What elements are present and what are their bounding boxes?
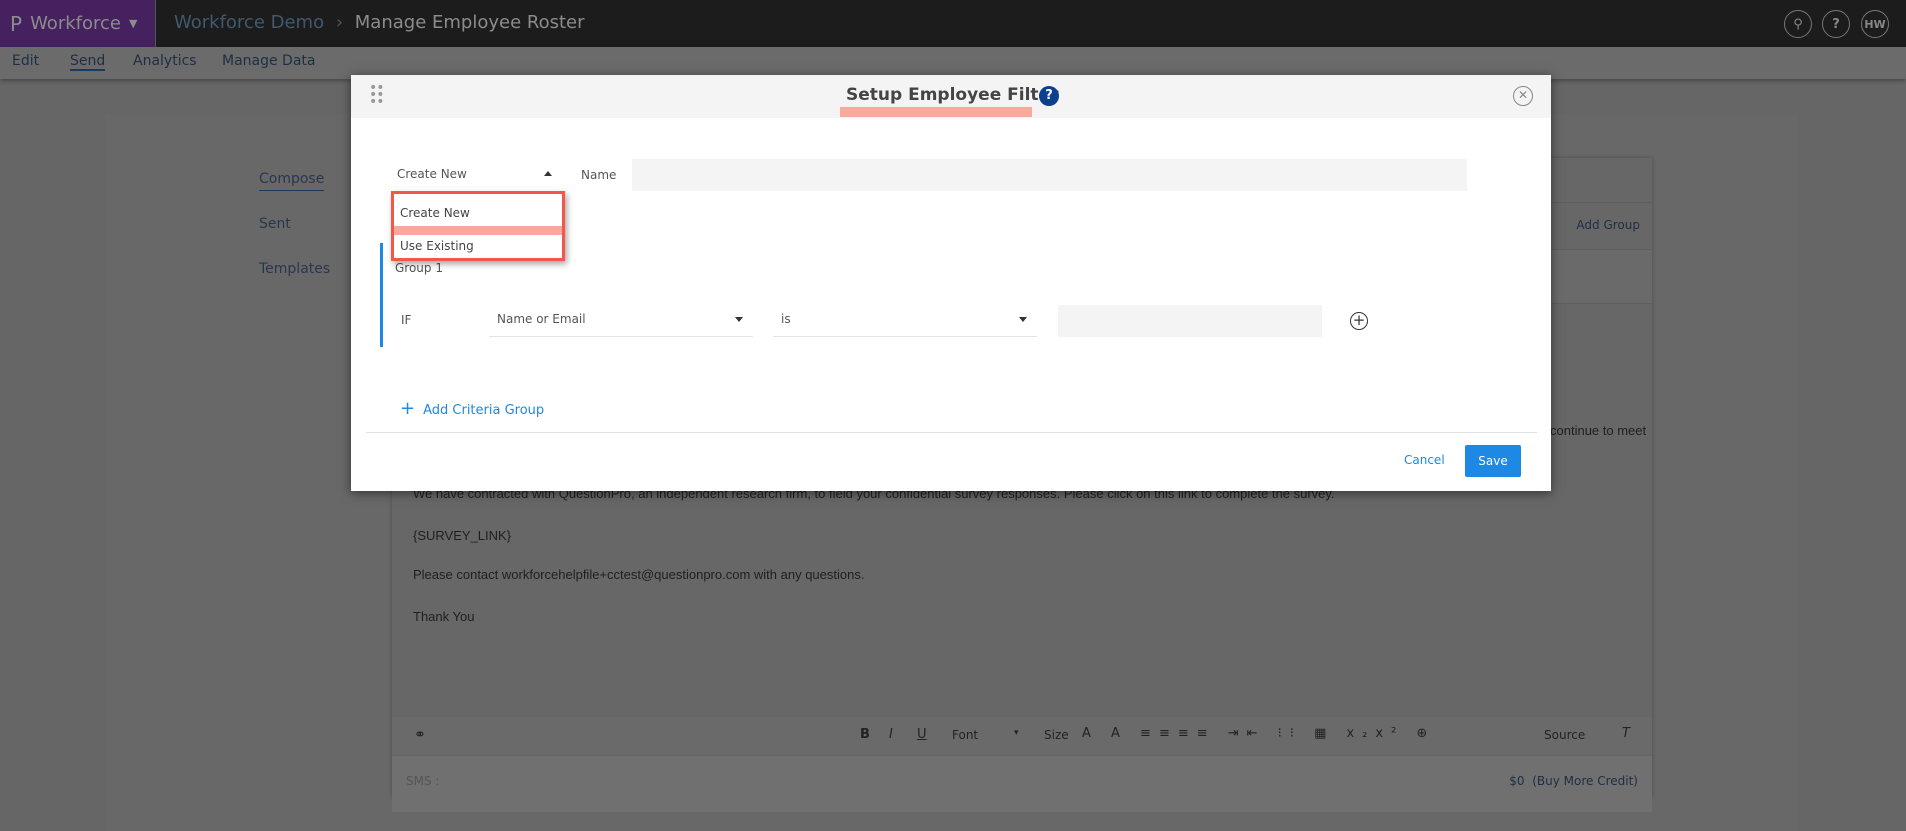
- cancel-button[interactable]: Cancel: [1404, 453, 1445, 467]
- group-label: Group 1: [395, 261, 443, 275]
- font-select[interactable]: Font: [952, 728, 978, 742]
- name-label: Name: [581, 168, 617, 182]
- mode-select[interactable]: Create New: [397, 167, 552, 191]
- format-icons[interactable]: A A ≡≡≡≡ ⇥⇤ ⁝⁝ ▦ x₂x² ⊕: [1082, 726, 1435, 741]
- chevron-up-icon: [544, 171, 552, 176]
- field-select[interactable]: Name or Email: [489, 305, 753, 337]
- link-icon[interactable]: ⚭: [414, 727, 426, 743]
- sidebar-item-sent[interactable]: Sent: [259, 216, 291, 232]
- save-button[interactable]: Save: [1465, 445, 1521, 477]
- nav-analytics[interactable]: Analytics: [133, 53, 197, 69]
- add-group-link[interactable]: Add Group: [1576, 218, 1640, 232]
- name-input[interactable]: [632, 159, 1467, 191]
- add-criteria-icon[interactable]: +: [1350, 312, 1368, 330]
- source-button[interactable]: Source: [1544, 728, 1585, 742]
- chevron-down-icon: [735, 317, 743, 322]
- nav-manage-data[interactable]: Manage Data: [222, 53, 316, 69]
- title-highlight: [840, 107, 1032, 117]
- avatar[interactable]: HW: [1861, 10, 1889, 38]
- add-criteria-group-button[interactable]: + Add Criteria Group: [400, 398, 544, 419]
- chevron-down-icon: [1019, 317, 1027, 322]
- logo-icon: P: [10, 11, 23, 36]
- clear-format-icon[interactable]: T: [1622, 726, 1630, 741]
- italic-button[interactable]: I: [889, 727, 893, 742]
- nav-edit[interactable]: Edit: [12, 53, 39, 69]
- editor-toolbar: ⚭ B I U Font ▾ Size A A ≡≡≡≡ ⇥⇤ ⁝⁝ ▦ x₂x…: [392, 717, 1652, 755]
- breadcrumb: Workforce Demo › Manage Employee Roster: [174, 12, 585, 33]
- option-create-new[interactable]: Create New: [400, 206, 470, 220]
- if-label: IF: [401, 313, 412, 327]
- operator-select[interactable]: is: [773, 305, 1037, 337]
- sidebar-item-templates[interactable]: Templates: [259, 261, 330, 277]
- setup-employee-filter-dialog: •• •• •• Setup Employee Filter ? ✕ Create …: [351, 75, 1551, 491]
- dialog-title: Setup Employee Filter: [846, 85, 1059, 105]
- buy-credit-link[interactable]: (Buy More Credit): [1532, 774, 1638, 788]
- close-icon[interactable]: ✕: [1513, 86, 1533, 106]
- chevron-down-icon: ▼: [128, 17, 138, 30]
- brand-name: Workforce: [30, 13, 121, 34]
- criteria-value-input[interactable]: [1058, 305, 1322, 337]
- mode-dropdown-menu: Create New Use Existing: [391, 191, 565, 261]
- bold-button[interactable]: B: [860, 727, 870, 742]
- group-indicator: [380, 243, 383, 347]
- divider: [366, 432, 1537, 433]
- search-icon[interactable]: ⚲: [1784, 10, 1812, 38]
- help-icon[interactable]: ?: [1822, 10, 1850, 38]
- nav-send[interactable]: Send: [70, 53, 106, 71]
- breadcrumb-parent[interactable]: Workforce Demo: [174, 12, 324, 33]
- option-use-existing[interactable]: Use Existing: [400, 239, 474, 253]
- underline-button[interactable]: U: [917, 727, 927, 742]
- sms-row: SMS : $0 (Buy More Credit): [392, 756, 1652, 812]
- product-switcher[interactable]: P Workforce ▼: [0, 0, 156, 47]
- page-title: Manage Employee Roster: [354, 12, 585, 33]
- help-icon[interactable]: ?: [1039, 86, 1059, 106]
- plus-icon: +: [400, 398, 416, 419]
- dialog-header: •• •• •• Setup Employee Filter ? ✕: [351, 75, 1551, 118]
- size-select[interactable]: Size: [1044, 728, 1069, 742]
- sidebar-item-compose[interactable]: Compose: [259, 171, 325, 191]
- drag-handle-icon[interactable]: •• •• ••: [369, 81, 384, 109]
